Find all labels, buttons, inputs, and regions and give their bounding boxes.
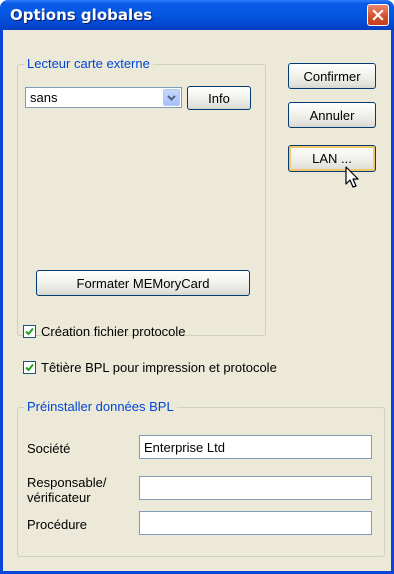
preinstall-legend: Préinstaller données BPL (24, 399, 177, 414)
responsible-label-line2: vérificateur (27, 490, 91, 505)
check-icon (25, 363, 34, 372)
mouse-pointer-icon (345, 166, 359, 188)
close-icon (372, 9, 384, 21)
chevron-down-icon[interactable] (163, 89, 180, 106)
title-bar[interactable]: Options globales (0, 0, 394, 30)
company-field[interactable]: Enterprise Ltd (139, 435, 372, 459)
protocol-file-label: Création fichier protocole (41, 324, 186, 339)
info-button[interactable]: Info (187, 86, 251, 110)
lan-button[interactable]: LAN ... (288, 145, 376, 172)
header-bpl-label: Têtière BPL pour impression et protocole (41, 360, 277, 375)
procedure-field[interactable] (139, 511, 372, 535)
procedure-label: Procédure (27, 517, 87, 532)
protocol-file-checkbox[interactable] (23, 325, 36, 338)
close-button[interactable] (367, 4, 389, 26)
card-reader-select[interactable]: sans (25, 87, 182, 108)
cancel-button[interactable]: Annuler (288, 102, 376, 128)
dialog-body: Lecteur carte externe sans Info Formater… (3, 30, 391, 574)
card-reader-value: sans (30, 90, 58, 105)
header-bpl-option[interactable]: Têtière BPL pour impression et protocole (23, 360, 277, 375)
card-reader-legend: Lecteur carte externe (24, 56, 153, 71)
format-memorycard-button[interactable]: Formater MEMoryCard (36, 270, 250, 296)
company-label: Société (27, 441, 71, 456)
check-icon (25, 327, 34, 336)
window-title: Options globales (10, 6, 153, 24)
responsible-label-line1: Responsable/ (27, 475, 107, 490)
protocol-file-option[interactable]: Création fichier protocole (23, 324, 186, 339)
options-dialog: Options globales Lecteur carte externe s… (0, 0, 394, 574)
header-bpl-checkbox[interactable] (23, 361, 36, 374)
confirm-button[interactable]: Confirmer (288, 63, 376, 89)
responsible-field[interactable] (139, 476, 372, 500)
